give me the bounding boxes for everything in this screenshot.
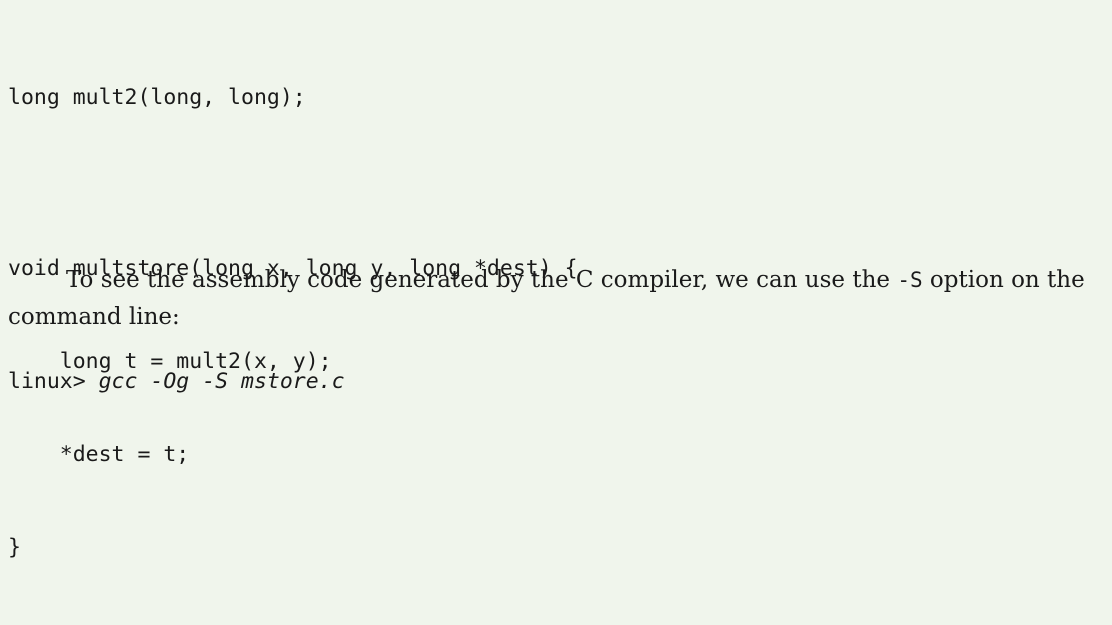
- paragraph-text-before: To see the assembly code generated by th…: [66, 267, 898, 293]
- code-line-prototype: long mult2(long, long);: [8, 85, 306, 110]
- document-page: long mult2(long, long); void multstore(l…: [0, 0, 1112, 560]
- command-line-example: linux> gcc -Og -S mstore.c: [8, 366, 345, 397]
- code-line-store: *dest = t;: [8, 442, 190, 467]
- code-line-close-brace: }: [8, 535, 21, 560]
- body-paragraph: To see the assembly code generated by th…: [8, 262, 1098, 336]
- shell-prompt: linux>: [8, 369, 99, 394]
- compiler-option: -S: [897, 268, 923, 292]
- shell-command: gcc -Og -S mstore.c: [98, 369, 345, 394]
